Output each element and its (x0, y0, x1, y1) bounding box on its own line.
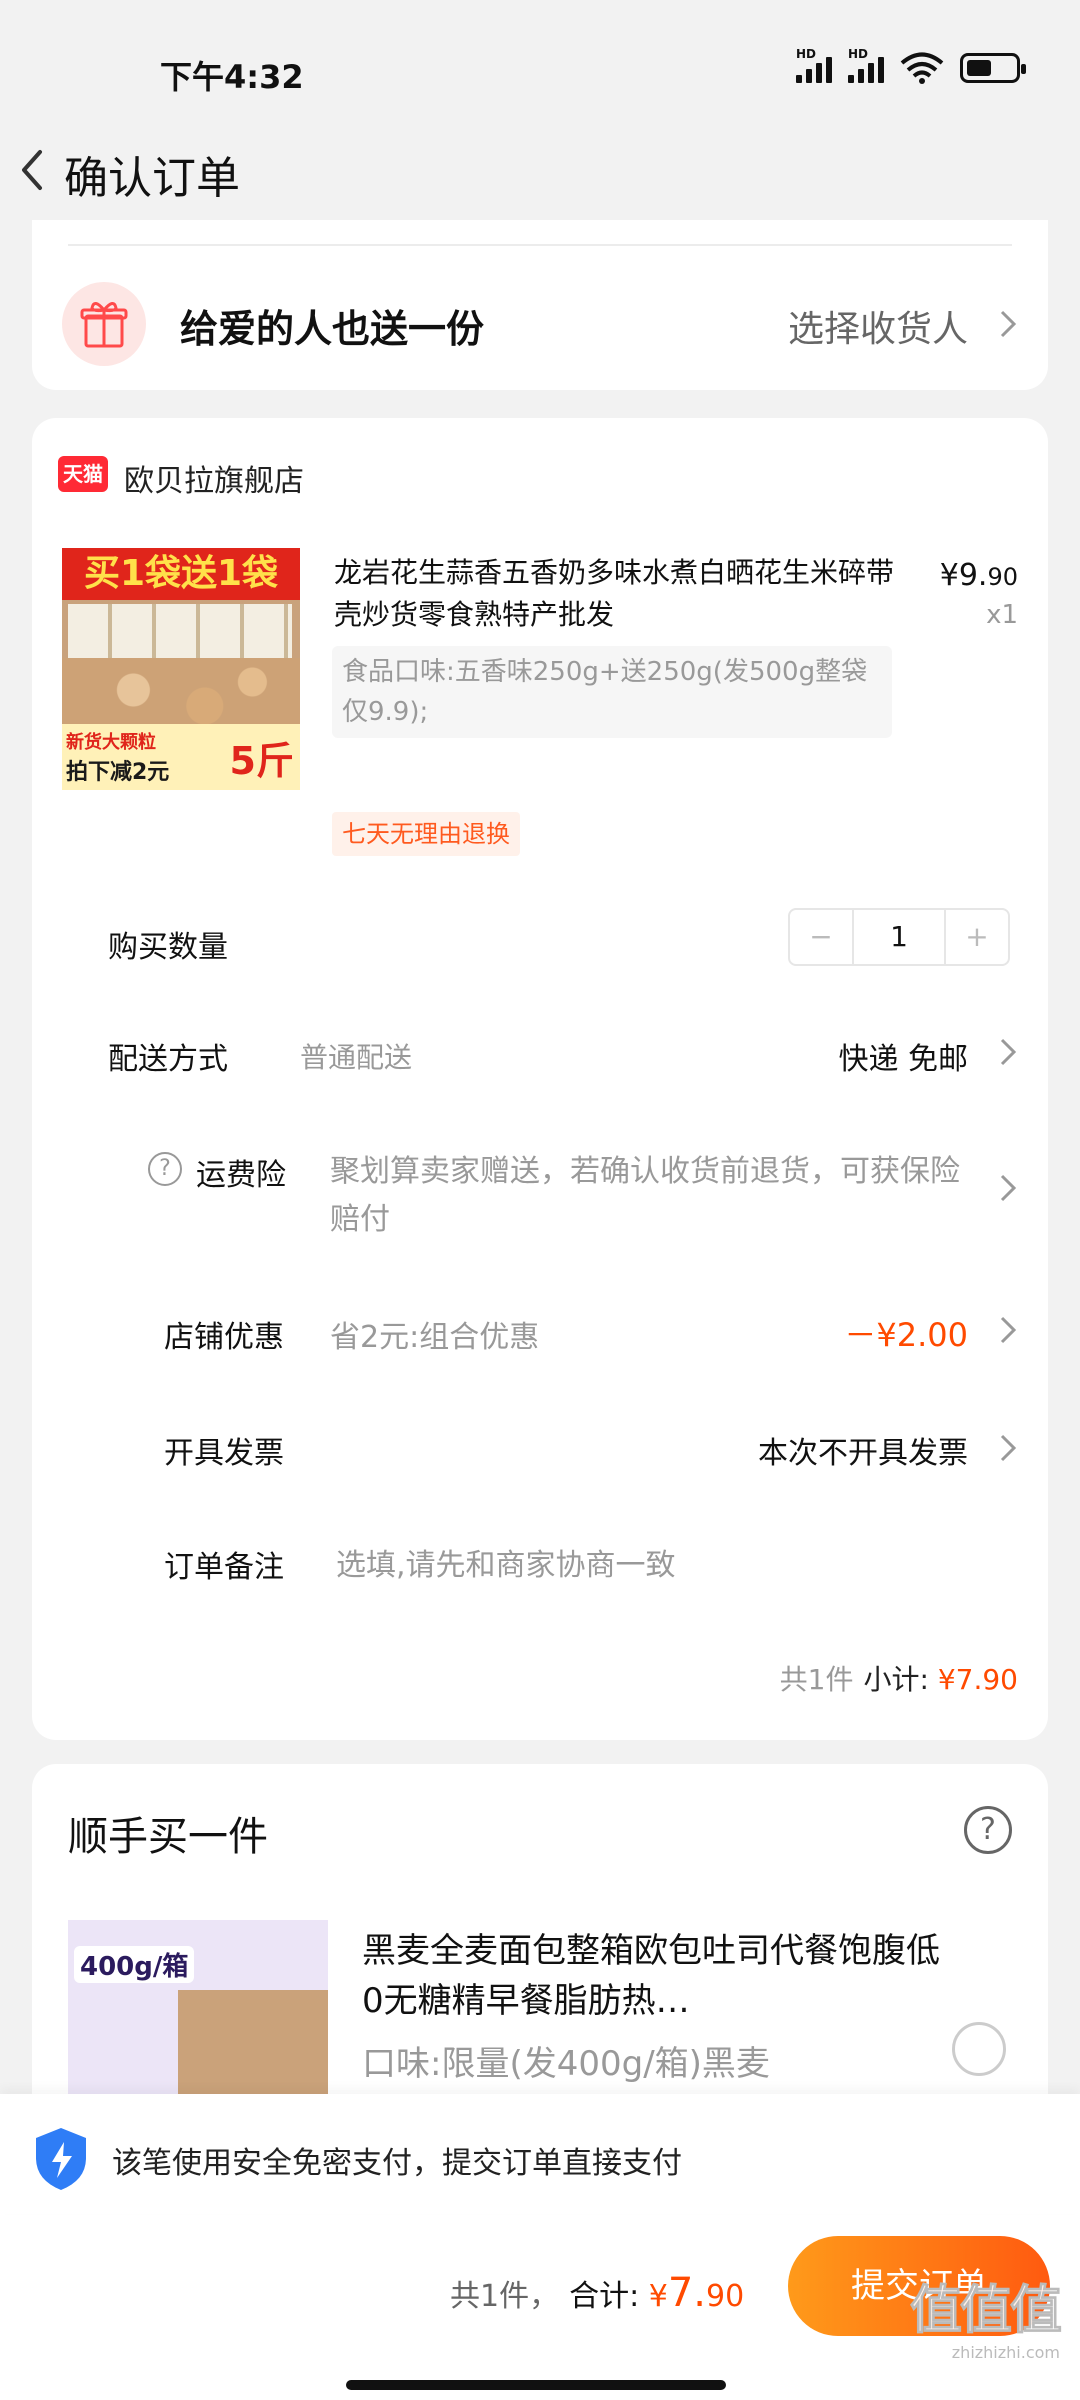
image-promo-ribbon: 买1袋送1袋 (62, 548, 300, 600)
subtotal-count: 共1件 (779, 1663, 854, 1696)
recommend-product-name[interactable]: 黑麦全麦面包整箱欧包吐司代餐饱腹低0无糖精早餐脂肪热… (362, 1926, 942, 2026)
subtotal: 共1件 小计: ¥7.90 (780, 1658, 1018, 1698)
chevron-right-icon (1000, 310, 1017, 338)
divider (68, 244, 1012, 246)
invoice-option[interactable]: 本次不开具发票 (758, 1428, 968, 1472)
total-amount: ¥7.90 (648, 2270, 745, 2316)
remark-label: 订单备注 (164, 1550, 284, 1585)
page-title: 确认订单 (64, 153, 240, 204)
cell-signal-icon: HD (848, 47, 884, 83)
gift-title: 给爱的人也送一份 (180, 307, 485, 351)
recommend-product-spec: 口味:限量(发400g/箱)黑麦 (362, 2044, 770, 2084)
invoice-label: 开具发票 (164, 1436, 284, 1471)
image-promo-line2: 拍下减2元 (66, 760, 170, 785)
chevron-right-icon[interactable] (998, 1170, 1018, 1206)
tmall-badge-icon: 天猫 (58, 456, 108, 492)
shield-icon (36, 2128, 86, 2190)
chevron-right-icon (1000, 1316, 1017, 1344)
watermark-logo: 值值值 (909, 2281, 1062, 2342)
order-card: 天猫 欧贝拉旗舰店 买1袋送1袋 新货大颗粒 拍下减2元 5斤 龙岩花生蒜香五香… (32, 418, 1048, 1740)
battery-icon (960, 53, 1026, 83)
recommend-title: 顺手买一件 (68, 1814, 268, 1860)
choose-recipient-link[interactable]: 选择收货人 (788, 300, 968, 352)
status-bar: 下午4:32 HD HD (0, 0, 1080, 130)
nav-bar: 确认订单 (0, 120, 1080, 220)
home-indicator[interactable] (346, 2380, 726, 2390)
quantity-minus-button[interactable]: − (790, 910, 852, 964)
image-promo-big: 5斤 (229, 739, 294, 783)
gift-icon-circle (62, 282, 146, 366)
chevron-right-icon (1000, 1038, 1017, 1066)
quantity-label: 购买数量 (108, 930, 228, 965)
delivery-option[interactable]: 快递 免邮 (838, 1034, 968, 1078)
subtotal-label: 小计: (863, 1663, 929, 1696)
hd-label: HD (848, 47, 869, 61)
chevron-right-icon (1000, 1434, 1017, 1462)
recommend-image-badge: 400g/箱 (74, 1946, 195, 1983)
help-icon[interactable]: ? (964, 1806, 1012, 1854)
shop-discount-label: 店铺优惠 (164, 1320, 284, 1355)
subtotal-amount: ¥7.90 (937, 1663, 1018, 1696)
remark-input[interactable]: 选填,请先和商家协商一致 (336, 1540, 676, 1584)
secure-pay-text: 该笔使用安全免密支付，提交订单直接支付 (112, 2146, 682, 2181)
quantity-plus-button[interactable]: + (946, 910, 1008, 964)
hd-label: HD (796, 47, 817, 61)
insurance-desc: 聚划算卖家赠送，若确认收货前退货，可获保险赔付 (330, 1154, 960, 1237)
wifi-icon (900, 52, 944, 84)
recommend-product-image[interactable]: 400g/箱 (68, 1920, 328, 2104)
image-promo-line1: 新货大颗粒 (66, 732, 156, 753)
help-icon[interactable]: ? (148, 1152, 182, 1186)
status-icons: HD HD (796, 47, 1026, 84)
total-label: 合计: (569, 2279, 640, 2314)
product-title[interactable]: 龙岩花生蒜香五香奶多味水煮白晒花生米碎带壳炒货零食熟特产批发 (334, 552, 894, 636)
total-summary: 共1件， 合计: ¥7.90 (450, 2270, 744, 2316)
product-price: ¥9.90 (939, 558, 1018, 593)
return-policy-tag: 七天无理由退换 (332, 812, 520, 856)
gift-card[interactable]: 给爱的人也送一份 选择收货人 (32, 220, 1048, 390)
quantity-value[interactable]: 1 (852, 910, 946, 964)
secure-pay-notice: 该笔使用安全免密支付，提交订单直接支付 (0, 2094, 1080, 2214)
cell-signal-icon: HD (796, 47, 832, 83)
status-time: 下午4:32 (160, 58, 304, 96)
back-arrow-icon[interactable] (10, 140, 60, 200)
total-count: 共1件， (450, 2279, 560, 2314)
shop-discount-amount[interactable]: －¥2.00 (844, 1310, 968, 1356)
quantity-stepper: − 1 + (788, 908, 1010, 966)
product-qty: x1 (986, 600, 1018, 630)
gift-icon (80, 302, 128, 348)
shop-discount-sub: 省2元:组合优惠 (330, 1320, 540, 1355)
watermark: 值值值 zhizhizhi.com (909, 2268, 1062, 2363)
shop-name[interactable]: 欧贝拉旗舰店 (124, 456, 304, 500)
delivery-sub: 普通配送 (300, 1041, 413, 1074)
insurance-label: 运费险 (196, 1158, 286, 1193)
recommend-select-radio[interactable] (952, 2022, 1006, 2076)
watermark-site: zhizhizhi.com (951, 2343, 1060, 2362)
recommend-card: 顺手买一件 ? 400g/箱 黑麦全麦面包整箱欧包吐司代餐饱腹低0无糖精早餐脂肪… (32, 1764, 1048, 2104)
product-spec[interactable]: 食品口味:五香味250g+送250g(发500g整袋仅9.9); (332, 646, 892, 738)
delivery-label: 配送方式 (108, 1042, 228, 1077)
product-image[interactable]: 买1袋送1袋 新货大颗粒 拍下减2元 5斤 (62, 548, 300, 790)
